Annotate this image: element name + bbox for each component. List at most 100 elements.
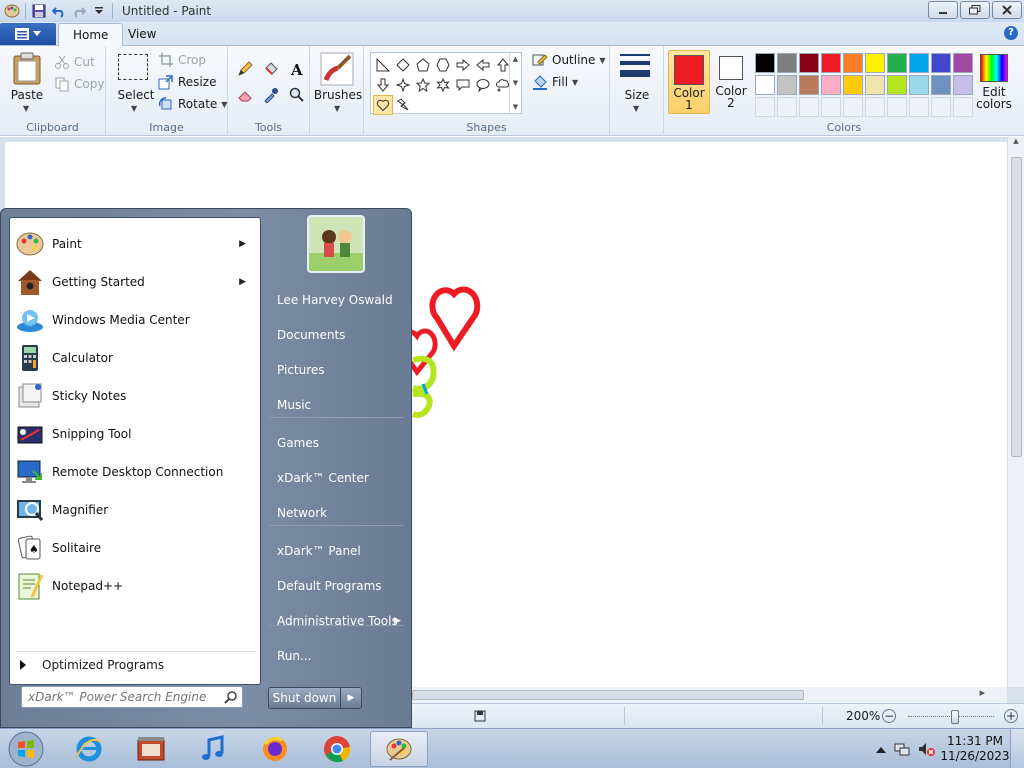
shape-star4-icon[interactable]	[393, 75, 413, 95]
tab-view[interactable]: View	[114, 23, 170, 46]
taskbar-internet-explorer[interactable]	[60, 731, 118, 767]
palette-swatch[interactable]	[799, 75, 819, 95]
palette-swatch[interactable]	[821, 75, 841, 95]
palette-swatch[interactable]	[777, 75, 797, 95]
start-menu-link[interactable]: Administrative Tools ▶	[269, 606, 407, 636]
palette-swatch[interactable]	[953, 53, 973, 73]
palette-swatch[interactable]	[799, 53, 819, 73]
vertical-scrollbar[interactable]: ▲	[1007, 137, 1024, 687]
shape-star5-icon[interactable]	[413, 75, 433, 95]
shape-callout-oval-icon[interactable]	[473, 75, 493, 95]
paint-app-icon[interactable]	[2, 1, 22, 21]
palette-swatch[interactable]	[777, 53, 797, 73]
size-button[interactable]: Size ▼	[618, 52, 656, 116]
fill-button[interactable]: Fill ▼	[532, 72, 578, 92]
customize-qat-icon[interactable]	[89, 1, 109, 21]
palette-custom-slot[interactable]	[865, 97, 885, 117]
shutdown-button[interactable]: Shut down ▶	[268, 687, 362, 709]
shape-hexagon-icon[interactable]	[433, 55, 453, 75]
rotate-button[interactable]: Rotate ▼	[158, 94, 227, 114]
palette-swatch[interactable]	[931, 75, 951, 95]
select-button[interactable]: Select ▼	[114, 54, 156, 113]
start-menu-program-item[interactable]: Snipping Tool	[14, 416, 256, 452]
copy-button[interactable]: Copy	[54, 74, 104, 94]
redo-icon[interactable]	[69, 1, 89, 21]
start-menu-program-item[interactable]: Sticky Notes	[14, 378, 256, 414]
shape-arrow-down-icon[interactable]	[373, 75, 393, 95]
taskbar-chrome[interactable]	[308, 731, 366, 767]
palette-custom-slot[interactable]	[887, 97, 907, 117]
volume-muted-icon[interactable]	[918, 741, 936, 757]
taskbar-paint[interactable]	[370, 731, 428, 767]
palette-swatch[interactable]	[755, 75, 775, 95]
save-icon[interactable]	[29, 1, 49, 21]
vertical-scroll-thumb[interactable]	[1011, 157, 1022, 457]
network-icon[interactable]	[894, 741, 910, 757]
minimize-button[interactable]	[928, 1, 958, 19]
start-menu-link[interactable]: xDark™ Center	[269, 463, 407, 493]
paint-menu-button[interactable]	[0, 23, 56, 45]
start-menu-program-item[interactable]: Windows Media Center	[14, 302, 256, 338]
start-menu-link[interactable]: Pictures	[269, 355, 407, 385]
palette-swatch[interactable]	[843, 53, 863, 73]
start-menu-program-item[interactable]: Getting Started ▶	[14, 264, 256, 300]
start-menu-program-item[interactable]: ♠ Solitaire	[14, 530, 256, 566]
shape-callout-rect-icon[interactable]	[453, 75, 473, 95]
start-menu-program-item[interactable]: Calculator	[14, 340, 256, 376]
text-icon[interactable]: A	[286, 58, 308, 80]
show-hidden-icons-icon[interactable]	[876, 745, 886, 753]
resize-button[interactable]: Resize	[158, 72, 216, 92]
start-search-box[interactable]	[21, 686, 243, 708]
palette-custom-slot[interactable]	[755, 97, 775, 117]
palette-custom-slot[interactable]	[777, 97, 797, 117]
shapes-scrollbar[interactable]: ▲ ▼ ▼	[509, 53, 521, 113]
eraser-icon[interactable]	[234, 84, 256, 106]
search-icon[interactable]	[224, 690, 238, 704]
all-programs-button[interactable]: Optimized Programs	[20, 658, 164, 672]
shape-lightning-icon[interactable]	[393, 95, 413, 115]
shape-arrow-right-icon[interactable]	[453, 55, 473, 75]
start-search-input[interactable]	[28, 689, 218, 705]
start-menu-link[interactable]: Games	[269, 428, 407, 458]
undo-icon[interactable]	[49, 1, 69, 21]
magnifier-icon[interactable]	[286, 84, 308, 106]
start-menu-link[interactable]: Music	[269, 390, 407, 420]
start-button[interactable]	[6, 730, 46, 768]
palette-custom-slot[interactable]	[799, 97, 819, 117]
palette-custom-slot[interactable]	[821, 97, 841, 117]
fill-bucket-icon[interactable]	[260, 58, 282, 80]
shape-diamond-icon[interactable]	[393, 55, 413, 75]
chevron-up-icon[interactable]: ▲	[513, 55, 518, 63]
palette-swatch[interactable]	[909, 53, 929, 73]
color2-button[interactable]: Color 2	[710, 50, 752, 114]
start-menu-link[interactable]: Documents	[269, 320, 407, 350]
palette-swatch[interactable]	[909, 75, 929, 95]
taskbar-music[interactable]	[184, 731, 242, 767]
restore-button[interactable]	[960, 1, 990, 19]
start-menu-program-item[interactable]: Remote Desktop Connection	[14, 454, 256, 490]
color-picker-icon[interactable]	[260, 84, 282, 106]
cut-button[interactable]: Cut	[54, 52, 95, 72]
start-menu-program-item[interactable]: Notepad++	[14, 568, 256, 604]
start-menu-program-item[interactable]: Magnifier	[14, 492, 256, 528]
scroll-right-icon[interactable]: ▶	[980, 689, 985, 697]
palette-custom-slot[interactable]	[953, 97, 973, 117]
palette-swatch[interactable]	[953, 75, 973, 95]
start-menu-link[interactable]: xDark™ Panel	[269, 536, 407, 566]
start-menu-link[interactable]: Run...	[269, 641, 407, 671]
taskbar-firefox[interactable]	[246, 731, 304, 767]
edit-colors-button[interactable]: Edit colors	[976, 52, 1012, 116]
zoom-slider-thumb[interactable]	[951, 710, 959, 724]
start-menu-link[interactable]: Default Programs	[269, 571, 407, 601]
pencil-icon[interactable]	[234, 58, 256, 80]
zoom-out-button[interactable]: −	[882, 709, 896, 723]
palette-swatch[interactable]	[755, 53, 775, 73]
expand-gallery-icon[interactable]: ▼	[513, 103, 518, 111]
palette-swatch[interactable]	[843, 75, 863, 95]
palette-swatch[interactable]	[887, 75, 907, 95]
palette-swatch[interactable]	[865, 53, 885, 73]
help-icon[interactable]: ?	[1004, 26, 1018, 40]
palette-custom-slot[interactable]	[931, 97, 951, 117]
palette-swatch[interactable]	[821, 53, 841, 73]
shape-arrow-left-icon[interactable]	[473, 55, 493, 75]
